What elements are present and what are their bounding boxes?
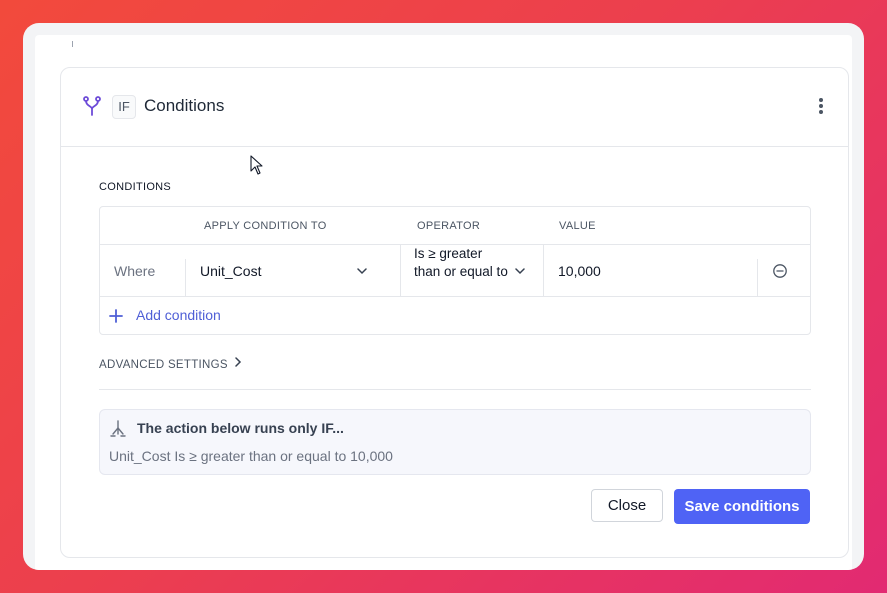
field-select-value: Unit_Cost [200, 263, 262, 279]
value-input-text: 10,000 [558, 263, 601, 279]
field-select[interactable]: Unit_Cost [186, 245, 400, 296]
chevron-down-icon [515, 268, 525, 275]
advanced-settings-toggle[interactable]: ADVANCED SETTINGS [99, 355, 242, 371]
operator-select-value: Is ≥ greater than or equal to [414, 246, 508, 279]
card-title: Conditions [144, 96, 225, 115]
value-input[interactable]: 10,000 [544, 245, 757, 296]
plus-icon [109, 309, 123, 323]
close-button[interactable]: Close [591, 489, 663, 522]
divider [99, 389, 811, 390]
divider [757, 259, 758, 296]
divider [100, 296, 810, 297]
mouse-cursor-icon [250, 155, 263, 175]
modal-window: IF Conditions CONDITIONS APPLY CONDITION… [23, 23, 864, 570]
divider-mark [72, 41, 73, 47]
advanced-settings-label: ADVANCED SETTINGS [99, 359, 228, 371]
chevron-down-icon [357, 268, 367, 275]
chevron-right-icon [235, 357, 242, 367]
summary-text: Unit_Cost Is ≥ greater than or equal to … [109, 448, 393, 464]
save-conditions-button[interactable]: Save conditions [674, 489, 810, 524]
modal-body: IF Conditions CONDITIONS APPLY CONDITION… [35, 35, 852, 570]
where-label: Where [114, 263, 156, 279]
kebab-menu-icon[interactable] [811, 96, 831, 118]
if-badge: IF [112, 95, 136, 119]
conditions-card: IF Conditions CONDITIONS APPLY CONDITION… [60, 67, 849, 558]
conditions-table: APPLY CONDITION TO OPERATOR VALUE Where … [99, 206, 811, 335]
conditions-section-label: CONDITIONS [99, 181, 172, 193]
card-header: IF Conditions [61, 68, 848, 147]
column-header-apply-to: APPLY CONDITION TO [204, 220, 327, 232]
column-header-value: VALUE [559, 220, 596, 232]
merge-icon [110, 420, 126, 437]
condition-summary: The action below runs only IF... Unit_Co… [99, 409, 811, 475]
add-condition-label: Add condition [136, 307, 221, 323]
column-header-operator: OPERATOR [417, 220, 481, 232]
branch-icon [83, 96, 101, 116]
operator-select[interactable]: Is ≥ greater than or equal to [401, 245, 543, 296]
remove-condition-icon[interactable] [772, 263, 788, 279]
summary-title: The action below runs only IF... [137, 420, 344, 436]
